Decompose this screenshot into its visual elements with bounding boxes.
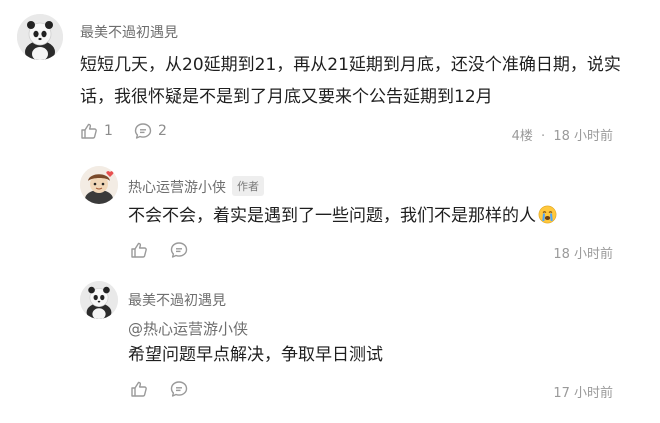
reply-2-text: 希望问题早点解决，争取早日测试	[128, 345, 383, 365]
reply-1-time: 18 小时前	[553, 247, 613, 262]
thumbs-up-icon	[130, 380, 148, 398]
like-button[interactable]: 1	[80, 122, 113, 140]
reply-count: 2	[158, 123, 167, 139]
reply-2-reply-button[interactable]	[170, 380, 188, 398]
reply-1-text-row: 不会不会，着实是遇到了一些问题，我们不是那样的人	[128, 201, 557, 232]
meta-separator: ·	[541, 129, 546, 144]
avatar-panda[interactable]	[17, 14, 63, 60]
panda-avatar-icon	[17, 14, 63, 60]
like-count: 1	[104, 123, 113, 139]
comment-text-line-2: 话，我很怀疑是不是到了月底又要来个公告延期到12月	[80, 87, 493, 107]
thumbs-up-icon	[80, 122, 98, 140]
reply-1-username[interactable]: 热心运营游小侠	[128, 180, 226, 196]
comment-bubble-icon	[134, 122, 152, 140]
comment-bubble-icon	[170, 380, 188, 398]
avatar-panda-small[interactable]	[80, 281, 118, 319]
panda-avatar-icon	[80, 281, 118, 319]
floor-number: 4楼	[511, 129, 533, 144]
reply-1-text: 不会不会，着实是遇到了一些问题，我们不是那样的人	[128, 206, 536, 226]
thumbs-up-icon	[130, 241, 148, 259]
reply-2-username[interactable]: 最美不過初遇見	[128, 290, 226, 310]
comment-text-line-1: 短短几天，从20延期到21，再从21延期到月底，还没个准确日期，说实	[80, 55, 621, 75]
reply-button[interactable]: 2	[134, 122, 167, 140]
reply-1-reply-button[interactable]	[170, 241, 188, 259]
reply-2-like-button[interactable]	[130, 380, 148, 398]
crying-face-icon	[538, 204, 557, 224]
comment-username[interactable]: 最美不過初遇見	[80, 22, 178, 42]
author-badge: 作者	[232, 176, 264, 196]
author-avatar-icon	[80, 166, 118, 204]
reply-2-time: 17 小时前	[553, 386, 613, 401]
reply-1-username-row: 热心运营游小侠 作者	[128, 176, 264, 197]
reply-2-mention[interactable]: @热心运营游小侠	[128, 318, 248, 339]
reply-1-like-button[interactable]	[130, 241, 148, 259]
avatar-author[interactable]	[80, 166, 118, 204]
comment-meta: 4楼 · 18 小时前	[512, 125, 613, 144]
comment-time: 18 小时前	[553, 129, 613, 144]
comment-bubble-icon	[170, 241, 188, 259]
